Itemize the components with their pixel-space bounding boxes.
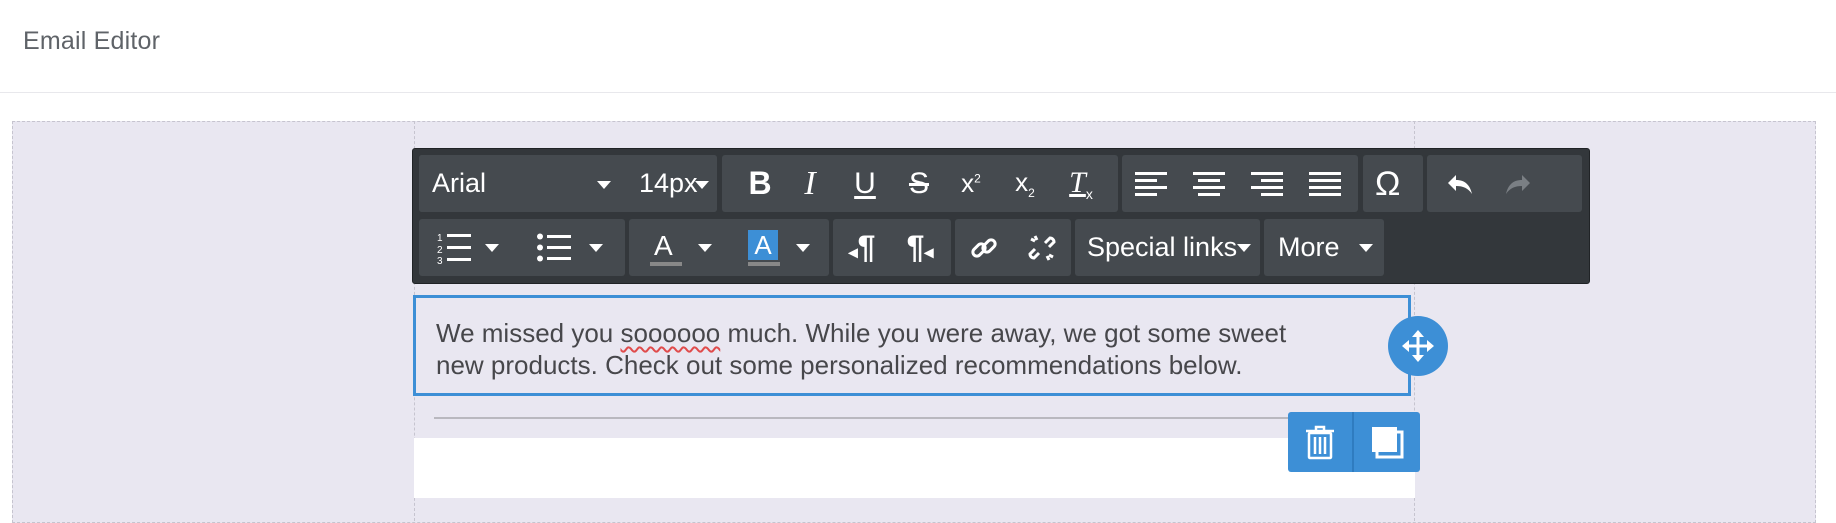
clear-formatting-button[interactable]: Tx xyxy=(1053,155,1109,212)
font-controls-group xyxy=(419,155,717,212)
svg-text:1: 1 xyxy=(437,233,443,244)
block-divider xyxy=(434,417,1326,419)
special-links-dropdown[interactable]: Special links xyxy=(1075,219,1260,276)
insert-link-button[interactable] xyxy=(955,219,1013,276)
redo-button[interactable] xyxy=(1489,155,1547,212)
delete-block-button[interactable] xyxy=(1288,412,1352,472)
page-title: Email Editor xyxy=(23,27,161,55)
align-left-button[interactable] xyxy=(1122,155,1180,212)
text-line-1[interactable]: We missed you soooooo much. While you we… xyxy=(436,318,1286,349)
align-justify-button[interactable] xyxy=(1296,155,1354,212)
text-content-block[interactable]: We missed you soooooo much. While you we… xyxy=(413,295,1411,396)
unordered-list-button[interactable] xyxy=(519,219,621,276)
move-icon xyxy=(1402,330,1434,362)
undo-icon xyxy=(1448,174,1472,194)
align-center-icon xyxy=(1193,171,1225,196)
align-left-icon xyxy=(1135,171,1167,196)
italic-button[interactable]: I xyxy=(784,155,836,212)
background-color-button[interactable]: A xyxy=(731,219,827,276)
unordered-list-icon xyxy=(537,233,571,261)
strikethrough-button[interactable]: S xyxy=(893,155,945,212)
unlink-icon xyxy=(1028,234,1056,261)
align-right-icon xyxy=(1251,171,1283,196)
svg-text:2: 2 xyxy=(437,245,443,256)
redo-icon xyxy=(1506,174,1530,194)
superscript-button[interactable]: x2 xyxy=(945,155,997,212)
underline-button[interactable]: U xyxy=(839,155,891,212)
ordered-list-button[interactable]: 123 xyxy=(423,219,513,276)
special-character-button[interactable]: Ω xyxy=(1363,155,1423,212)
more-dropdown[interactable]: More xyxy=(1264,219,1384,276)
insert-link-icon xyxy=(971,237,997,258)
subscript-button[interactable]: x2 xyxy=(999,155,1051,212)
email-body-area xyxy=(414,438,1415,498)
superscript-icon: x2 xyxy=(961,168,981,198)
trash-icon xyxy=(1306,425,1334,460)
bold-button[interactable]: B xyxy=(736,155,784,212)
special-character-icon: Ω xyxy=(1375,165,1401,203)
more-label: More xyxy=(1278,232,1340,262)
rtl-paragraph-icon: ¶◂ xyxy=(906,229,934,265)
rich-text-toolbar: Arial 14px B I U S x2 x2 Tx xyxy=(412,148,1590,284)
duplicate-block-button[interactable] xyxy=(1354,412,1420,472)
text-line-2[interactable]: new products. Check out some personalize… xyxy=(436,350,1242,381)
underline-icon: U xyxy=(854,166,876,200)
subscript-icon: x2 xyxy=(1015,166,1035,201)
clear-formatting-icon: Tx xyxy=(1069,165,1093,202)
duplicate-icon xyxy=(1372,427,1404,459)
undo-button[interactable] xyxy=(1431,155,1489,212)
background-color-icon: A xyxy=(748,229,784,266)
misspelled-word[interactable]: soooooo xyxy=(620,318,720,348)
text-color-icon: A xyxy=(650,230,686,266)
strikethrough-icon: S xyxy=(908,166,929,200)
chevron-down-icon xyxy=(1359,244,1373,252)
bold-icon: B xyxy=(748,165,772,201)
unlink-button[interactable] xyxy=(1013,219,1071,276)
italic-icon: I xyxy=(804,164,816,202)
text-color-button[interactable]: A xyxy=(633,219,729,276)
align-justify-icon xyxy=(1309,171,1341,196)
chevron-down-icon xyxy=(1237,244,1251,252)
ltr-paragraph-icon: ◂¶ xyxy=(848,229,876,265)
rtl-paragraph-button[interactable]: ¶◂ xyxy=(891,219,949,276)
ordered-list-icon: 123 xyxy=(437,233,471,264)
move-block-button[interactable] xyxy=(1388,316,1448,376)
align-center-button[interactable] xyxy=(1180,155,1238,212)
align-right-button[interactable] xyxy=(1238,155,1296,212)
special-links-label: Special links xyxy=(1087,232,1238,262)
svg-text:3: 3 xyxy=(437,256,443,264)
ltr-paragraph-button[interactable]: ◂¶ xyxy=(833,219,891,276)
app-header: Email Editor xyxy=(0,0,1836,93)
